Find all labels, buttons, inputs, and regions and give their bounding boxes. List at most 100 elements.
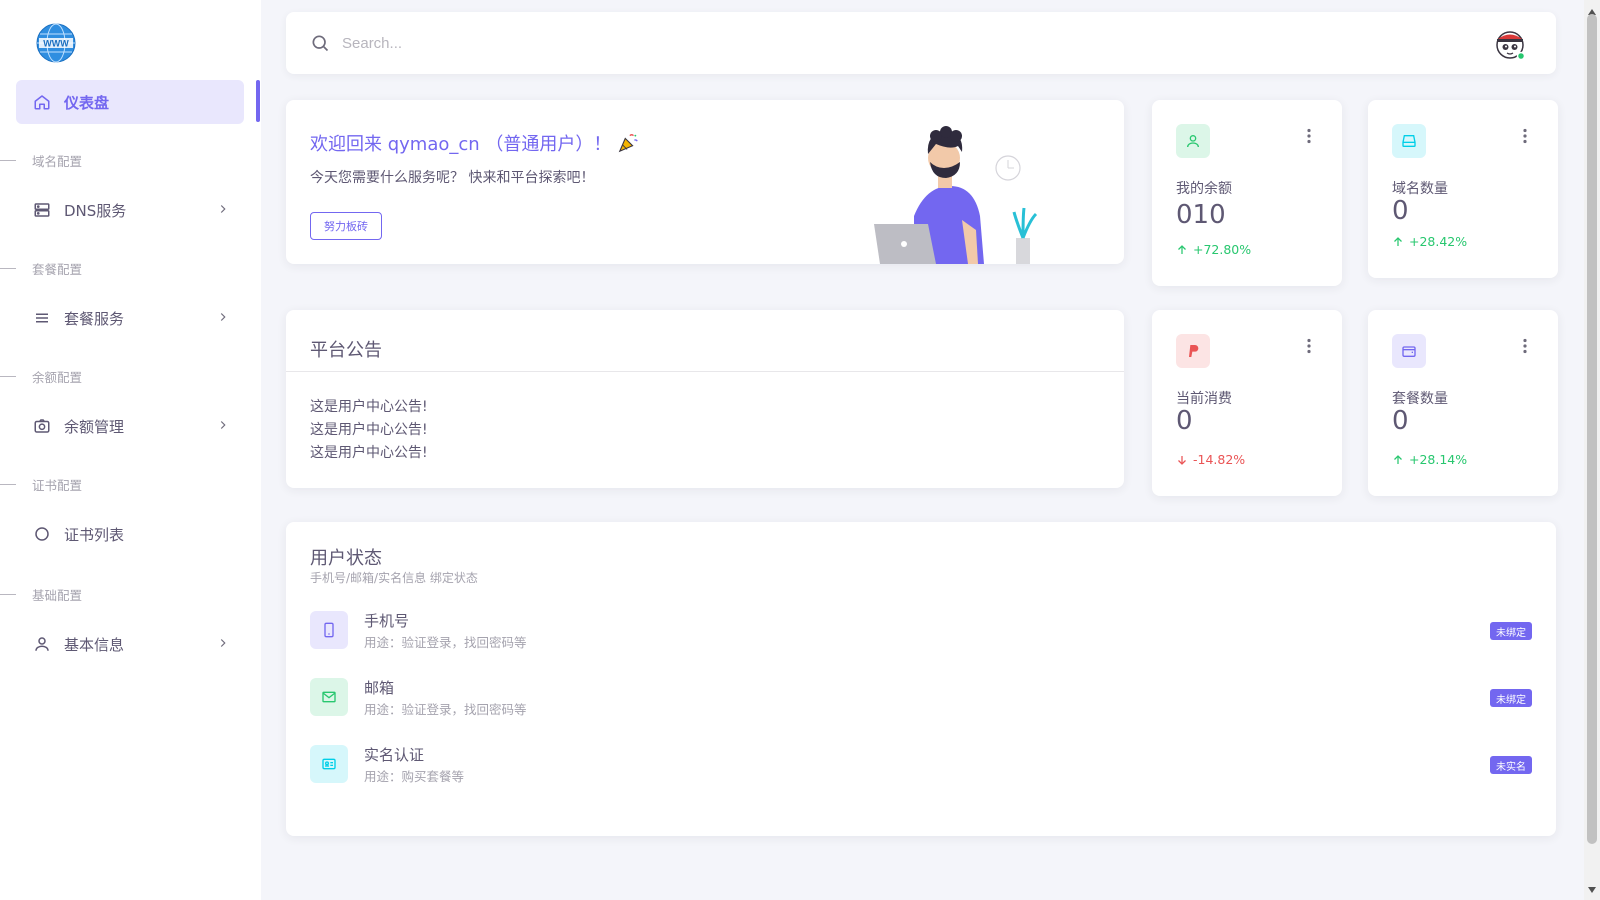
chevron-right-icon bbox=[216, 636, 230, 650]
more-vertical-icon[interactable] bbox=[1306, 338, 1312, 354]
sidebar-section-balance: 余额配置 bbox=[0, 366, 82, 386]
search-icon[interactable] bbox=[310, 33, 330, 53]
avatar[interactable] bbox=[1494, 28, 1526, 61]
scroll-down-arrow-icon[interactable] bbox=[1588, 881, 1596, 897]
sidebar-item-package[interactable]: 套餐服务 bbox=[16, 296, 244, 340]
sidebar: WWW 仪表盘 域名配置 DNS服务 套餐配置 套餐服务 余额配置 余额管理 证… bbox=[0, 0, 261, 900]
active-nav-indicator bbox=[256, 80, 260, 122]
sidebar-item-dashboard[interactable]: 仪表盘 bbox=[16, 80, 244, 124]
sidebar-item-label: 基本信息 bbox=[64, 635, 125, 654]
more-vertical-icon[interactable] bbox=[1306, 128, 1312, 144]
section-label: 套餐配置 bbox=[32, 261, 83, 277]
sidebar-section-basic: 基础配置 bbox=[0, 584, 82, 604]
party-popper-icon bbox=[617, 132, 639, 154]
stat-trend-value: +28.14% bbox=[1409, 452, 1468, 467]
welcome-subtitle: 今天您需要什么服务呢？ 快来和平台探索吧！ bbox=[310, 170, 595, 186]
section-divider bbox=[0, 593, 16, 595]
arrow-down-icon bbox=[1178, 455, 1186, 465]
chevron-right-icon bbox=[216, 202, 230, 216]
status-badge[interactable]: 未实名 bbox=[1490, 756, 1532, 774]
camera-icon bbox=[32, 416, 52, 436]
list-item-desc: 用途：购买套餐等 bbox=[364, 769, 465, 784]
stat-value: 0 bbox=[1392, 406, 1409, 436]
id-card-icon bbox=[310, 745, 348, 783]
announcement-line: 这是用户中心公告! bbox=[310, 445, 428, 461]
sidebar-section-domain: 域名配置 bbox=[0, 150, 82, 170]
stat-trend-value: +28.42% bbox=[1409, 234, 1468, 249]
more-vertical-icon[interactable] bbox=[1522, 128, 1528, 144]
stat-value: 010 bbox=[1176, 200, 1226, 230]
status-badge[interactable]: 未绑定 bbox=[1490, 622, 1532, 640]
section-divider bbox=[0, 267, 16, 269]
sidebar-item-balance[interactable]: 余额管理 bbox=[16, 404, 244, 448]
sidebar-item-dns[interactable]: DNS服务 bbox=[16, 188, 244, 232]
svg-text:WWW: WWW bbox=[43, 39, 69, 49]
list-icon bbox=[32, 308, 52, 328]
status-badge[interactable]: 未绑定 bbox=[1490, 689, 1532, 707]
stat-trend-value: -14.82% bbox=[1193, 452, 1246, 467]
sidebar-item-label: 套餐服务 bbox=[64, 309, 125, 328]
user-status-subtitle: 手机号/邮箱/实名信息 绑定状态 bbox=[310, 571, 478, 585]
list-item-email: 邮箱 用途：验证登录，找回密码等 未绑定 bbox=[310, 675, 1532, 719]
list-item-desc: 用途：验证登录，找回密码等 bbox=[364, 635, 527, 650]
stat-label: 当前消费 bbox=[1176, 391, 1232, 407]
welcome-title: 欢迎回来 qymao_cn （普通用户）！ bbox=[310, 134, 612, 155]
chevron-right-icon bbox=[216, 310, 230, 324]
server-icon bbox=[32, 200, 52, 220]
stat-card-balance: 我的余额 010 +72.80% bbox=[1152, 100, 1342, 286]
sidebar-section-package: 套餐配置 bbox=[0, 258, 82, 278]
sidebar-item-label: DNS服务 bbox=[64, 201, 127, 220]
stat-trend: +28.42% bbox=[1392, 234, 1467, 249]
stat-card-spending: 当前消费 0 -14.82% bbox=[1152, 310, 1342, 496]
smartphone-icon bbox=[310, 611, 348, 649]
stat-trend: +72.80% bbox=[1176, 242, 1251, 257]
announcement-title: 平台公告 bbox=[310, 340, 382, 361]
arrow-up-icon bbox=[1178, 244, 1186, 254]
scrollbar-thumb[interactable] bbox=[1587, 14, 1597, 844]
welcome-card: 欢迎回来 qymao_cn （普通用户）！ 今天您需要什么服务呢？ 快来和平台探… bbox=[286, 100, 1124, 264]
section-divider bbox=[0, 159, 16, 161]
list-item-realname: 实名认证 用途：购买套餐等 未实名 bbox=[310, 742, 1532, 786]
user-status-card: 用户状态 手机号/邮箱/实名信息 绑定状态 手机号 用途：验证登录，找回密码等 … bbox=[286, 522, 1556, 836]
user-status-title: 用户状态 bbox=[310, 548, 382, 569]
announcement-line: 这是用户中心公告! bbox=[310, 422, 428, 438]
more-vertical-icon[interactable] bbox=[1522, 338, 1528, 354]
section-divider bbox=[0, 483, 16, 485]
sidebar-item-label: 证书列表 bbox=[64, 525, 125, 544]
home-icon bbox=[32, 92, 52, 112]
stat-label: 域名数量 bbox=[1392, 181, 1448, 197]
arrow-up-icon bbox=[1394, 454, 1402, 464]
sidebar-item-label: 余额管理 bbox=[64, 417, 125, 436]
stat-trend-value: +72.80% bbox=[1193, 242, 1252, 257]
stat-label: 套餐数量 bbox=[1392, 391, 1448, 407]
section-label: 证书配置 bbox=[32, 477, 83, 493]
wallet-icon bbox=[1392, 334, 1426, 368]
sidebar-item-label: 仪表盘 bbox=[64, 93, 110, 112]
globe-www-logo[interactable]: WWW bbox=[36, 23, 76, 63]
user-icon bbox=[1176, 124, 1210, 158]
stat-trend: +28.14% bbox=[1392, 452, 1467, 467]
welcome-title-row: 欢迎回来 qymao_cn （普通用户）！ bbox=[310, 130, 639, 156]
list-item-title: 邮箱 bbox=[364, 679, 395, 697]
section-label: 基础配置 bbox=[32, 587, 83, 603]
divider bbox=[286, 371, 1124, 372]
stat-trend: -14.82% bbox=[1176, 452, 1245, 467]
section-divider bbox=[0, 375, 16, 377]
announcement-card: 平台公告 这是用户中心公告! 这是用户中心公告! 这是用户中心公告! bbox=[286, 310, 1124, 488]
list-item-title: 实名认证 bbox=[364, 746, 425, 764]
page-scrollbar[interactable] bbox=[1584, 0, 1600, 900]
hard-drive-icon bbox=[1392, 124, 1426, 158]
sidebar-section-cert: 证书配置 bbox=[0, 474, 82, 494]
paypal-icon bbox=[1176, 334, 1210, 368]
stat-card-packages: 套餐数量 0 +28.14% bbox=[1368, 310, 1558, 496]
search-input[interactable] bbox=[342, 30, 742, 56]
announcement-line: 这是用户中心公告! bbox=[310, 399, 428, 415]
user-icon bbox=[32, 634, 52, 654]
developer-illustration bbox=[866, 120, 1066, 264]
sidebar-item-basic-info[interactable]: 基本信息 bbox=[16, 622, 244, 666]
list-item-phone: 手机号 用途：验证登录，找回密码等 未绑定 bbox=[310, 608, 1532, 652]
sidebar-item-cert-list[interactable]: 证书列表 bbox=[16, 512, 244, 556]
chevron-right-icon bbox=[216, 418, 230, 432]
stat-value: 0 bbox=[1176, 406, 1193, 436]
welcome-action-button[interactable]: 努力板砖 bbox=[310, 212, 382, 240]
